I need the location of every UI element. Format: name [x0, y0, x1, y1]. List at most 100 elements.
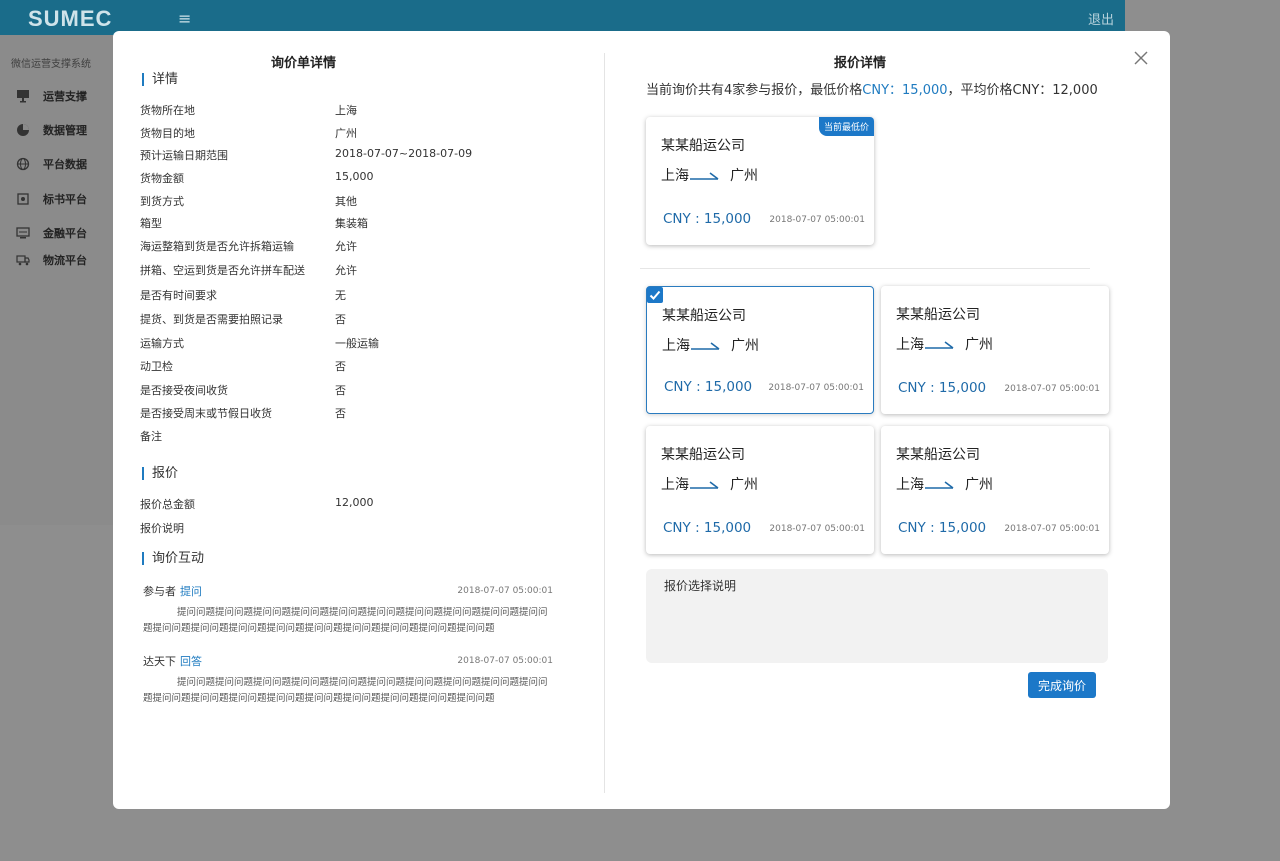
globe-icon [16, 157, 30, 171]
detail-value: 否 [335, 360, 346, 373]
quote-detail-modal: 询价单详情 详情 货物所在地 上海 货物目的地 广州 预计运输日期范围 2018-07-0… [113, 31, 1170, 809]
sidebar-item-label: 运营支撑 [43, 90, 87, 103]
note-placeholder: 报价选择说明 [664, 579, 737, 593]
details-section-title: 详情 [142, 73, 178, 86]
arrow-right-icon [925, 341, 954, 349]
close-icon[interactable] [1132, 49, 1150, 67]
route-from: 上海 [896, 477, 924, 493]
arrow-right-icon [690, 172, 719, 180]
app-header: SUMEC ≡ 退出 [0, 0, 1125, 35]
detail-label: 到货方式 [140, 195, 184, 208]
sidebar-item-label: 数据管理 [43, 124, 87, 137]
route-to: 广州 [730, 477, 758, 493]
system-title: 微信运营支撑系统 [11, 59, 91, 70]
panel-divider [604, 53, 605, 793]
message-author: 达天下 [143, 655, 176, 668]
quote-card-2[interactable]: 某某船运公司 上海 广州 CNY : 15,000 2018-07-07 05:0… [881, 286, 1109, 414]
detail-value: 否 [335, 313, 346, 326]
pie-chart-icon [16, 123, 30, 137]
detail-label: 备注 [140, 430, 162, 443]
interaction-section-title: 询价互动 [142, 552, 204, 565]
detail-value: 一般运输 [335, 337, 379, 350]
detail-value: 否 [335, 384, 346, 397]
detail-label: 预计运输日期范围 [140, 149, 228, 162]
quote-time: 2018-07-07 05:00:01 [1004, 384, 1100, 394]
quote-selection-note-input[interactable]: 报价选择说明 [646, 569, 1108, 663]
message-body: 提问问题提问问题提问问题提问问题提问问题提问问题提问问题提问问题提问问题提问问题… [143, 677, 548, 704]
sidebar-item-logistics[interactable]: 物流平台 [16, 251, 87, 269]
quote-price: CNY : 15,000 [663, 211, 752, 227]
quote-card-lowest[interactable]: 当前最低价 某某船运公司 上海 广州 CNY : 15,000 2018-07-0… [646, 117, 874, 245]
bid-icon [16, 192, 30, 206]
quote-summary: 当前询价共有4家参与报价，最低价格CNY：15,000，平均价格CNY：12,0… [646, 79, 1098, 98]
logout-link[interactable]: 退出 [1088, 9, 1114, 28]
detail-value: 上海 [335, 104, 357, 117]
detail-label: 运输方式 [140, 337, 184, 350]
quote-price: CNY : 15,000 [898, 520, 987, 536]
route-to: 广州 [965, 477, 993, 493]
sidebar-item-label: 标书平台 [43, 193, 87, 206]
detail-label: 动卫检 [140, 360, 173, 373]
sidebar-item-bid[interactable]: 标书平台 [16, 190, 87, 208]
detail-value: 集装箱 [335, 217, 368, 230]
route: 上海 广州 [661, 474, 758, 494]
quote-time: 2018-07-07 05:00:01 [1004, 524, 1100, 534]
quote-card-4[interactable]: 某某船运公司 上海 广州 CNY : 15,000 2018-07-07 05:0… [881, 426, 1109, 554]
route-from: 上海 [896, 337, 924, 353]
finish-inquiry-button[interactable]: 完成询价 [1028, 672, 1096, 698]
detail-value: 15,000 [335, 170, 374, 183]
quote-price: CNY : 15,000 [898, 380, 987, 396]
answer-link[interactable]: 回答 [180, 655, 202, 668]
menu-toggle-icon[interactable]: ≡ [178, 9, 191, 28]
summary-lowest-price: CNY：15,000 [862, 83, 948, 98]
sidebar-item-label: 平台数据 [43, 158, 87, 171]
detail-label: 拼箱、空运到货是否允许拼车配送 [140, 264, 305, 277]
finance-icon [16, 226, 30, 240]
detail-value: 广州 [335, 127, 357, 140]
company-name: 某某船运公司 [662, 308, 746, 324]
quote-time: 2018-07-07 05:00:01 [768, 383, 864, 393]
quote-time: 2018-07-07 05:00:01 [769, 524, 865, 534]
route-to: 广州 [730, 168, 758, 184]
route-to: 广州 [731, 338, 759, 354]
message-question: 参与者 提问 2018-07-07 05:00:01 提问问题提问问题提问问题提问… [143, 583, 553, 643]
detail-value: 无 [335, 289, 346, 302]
route: 上海 广州 [896, 474, 993, 494]
detail-label: 海运整箱到货是否允许拆箱运输 [140, 240, 294, 253]
message-answer: 达天下 回答 2018-07-07 05:00:01 提问问题提问问题提问问题提问… [143, 653, 553, 713]
sidebar: 微信运营支撑系统 运营支撑 数据管理 平台数据 标书平台 金融平台 物流平台 [0, 35, 113, 525]
detail-label: 是否接受周末或节假日收货 [140, 407, 272, 420]
detail-label: 货物所在地 [140, 104, 195, 117]
quote-card-1[interactable]: 某某船运公司 上海 广州 CNY : 15,000 2018-07-07 05:0… [646, 286, 874, 414]
route: 上海 广州 [661, 165, 758, 185]
quote-price: CNY : 15,000 [663, 520, 752, 536]
quote-price: CNY : 15,000 [664, 379, 753, 395]
quote-label: 报价说明 [140, 522, 184, 535]
sidebar-item-ops[interactable]: 运营支撑 [16, 87, 87, 105]
route-from: 上海 [661, 168, 689, 184]
company-name: 某某船运公司 [661, 447, 745, 463]
route: 上海 广州 [662, 335, 759, 355]
message-time: 2018-07-07 05:00:01 [457, 586, 553, 596]
message-author: 参与者 [143, 585, 176, 598]
message-time: 2018-07-07 05:00:01 [457, 656, 553, 666]
section-divider [640, 268, 1090, 269]
detail-value: 允许 [335, 240, 357, 253]
route-from: 上海 [662, 338, 690, 354]
checkbox-checked-icon[interactable] [647, 287, 663, 303]
lowest-price-badge: 当前最低价 [818, 117, 874, 136]
sidebar-item-finance[interactable]: 金融平台 [16, 224, 87, 242]
route-to: 广州 [965, 337, 993, 353]
quote-section-title: 报价 [142, 467, 178, 480]
route-from: 上海 [661, 477, 689, 493]
quote-card-3[interactable]: 某某船运公司 上海 广州 CNY : 15,000 2018-07-07 05:0… [646, 426, 874, 554]
detail-label: 箱型 [140, 217, 162, 230]
summary-prefix: 当前询价共有4家参与报价，最低价格 [646, 83, 863, 98]
detail-label: 是否接受夜间收货 [140, 384, 228, 397]
sidebar-item-platform[interactable]: 平台数据 [16, 155, 87, 173]
ask-link[interactable]: 提问 [180, 585, 202, 598]
arrow-right-icon [691, 342, 720, 350]
logo: SUMEC [28, 6, 113, 31]
company-name: 某某船运公司 [661, 138, 745, 154]
sidebar-item-data[interactable]: 数据管理 [16, 121, 87, 139]
